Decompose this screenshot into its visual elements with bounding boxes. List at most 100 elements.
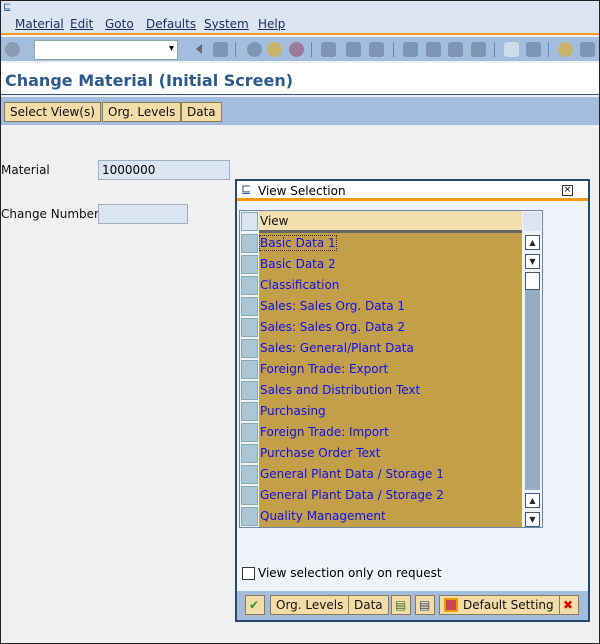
row-selector[interactable] bbox=[241, 276, 258, 295]
row-selector[interactable] bbox=[241, 339, 258, 358]
menu-system[interactable]: System bbox=[204, 17, 249, 31]
system-toolbar: ▾ bbox=[1, 37, 599, 61]
find-icon[interactable] bbox=[346, 42, 361, 57]
window-menu-icon[interactable]: ⊑ bbox=[3, 2, 11, 13]
first-page-icon[interactable] bbox=[403, 42, 418, 57]
view-cell[interactable]: Purchasing bbox=[259, 401, 522, 422]
select-all-button[interactable]: ▤ bbox=[391, 595, 411, 615]
table-row[interactable]: Sales and Distribution Text bbox=[240, 380, 542, 401]
material-input[interactable]: 1000000 bbox=[98, 160, 230, 180]
command-field[interactable]: ▾ bbox=[34, 40, 178, 60]
separator bbox=[235, 42, 236, 57]
table-row[interactable]: Sales: General/Plant Data bbox=[240, 338, 542, 359]
print-icon[interactable] bbox=[321, 42, 336, 57]
table-row[interactable]: Purchasing bbox=[240, 401, 542, 422]
enter-icon[interactable] bbox=[5, 42, 20, 57]
layout-menu-icon[interactable] bbox=[580, 42, 595, 57]
view-selection-checkbox[interactable] bbox=[242, 567, 255, 580]
row-selector[interactable] bbox=[241, 297, 258, 316]
table-row[interactable]: Basic Data 2 bbox=[240, 254, 542, 275]
scroll-track[interactable] bbox=[525, 290, 540, 490]
row-selector[interactable] bbox=[241, 255, 258, 274]
menu-defaults[interactable]: Defaults bbox=[146, 17, 196, 31]
view-cell[interactable]: General Plant Data / Storage 1 bbox=[259, 464, 522, 485]
row-selector[interactable] bbox=[241, 234, 258, 253]
menu-goto[interactable]: Goto bbox=[105, 17, 134, 31]
deselect-all-button[interactable]: ▤ bbox=[415, 595, 435, 615]
scroll-down-icon[interactable]: ▼ bbox=[525, 254, 540, 269]
page-down-icon[interactable]: ▼ bbox=[525, 512, 540, 527]
table-row[interactable]: General Plant Data / Storage 2 bbox=[240, 485, 542, 506]
table-row[interactable]: Sales: Sales Org. Data 2 bbox=[240, 317, 542, 338]
table-row[interactable]: Quality Management bbox=[240, 506, 542, 527]
org-levels-button[interactable]: Org. Levels bbox=[102, 102, 182, 122]
select-views-button[interactable]: Select View(s) bbox=[4, 102, 101, 122]
column-header-view[interactable]: View bbox=[259, 211, 522, 233]
dropdown-icon[interactable]: ▾ bbox=[169, 43, 174, 54]
vertical-scrollbar[interactable]: ▲ ▼ ▲ ▼ bbox=[523, 233, 542, 527]
view-name: Sales: Sales Org. Data 1 bbox=[260, 299, 406, 313]
next-page-icon[interactable] bbox=[448, 42, 463, 57]
view-cell[interactable]: Basic Data 2 bbox=[259, 254, 522, 275]
help-icon[interactable] bbox=[558, 42, 573, 57]
scroll-thumb[interactable] bbox=[525, 272, 540, 290]
view-cell[interactable]: Foreign Trade: Import bbox=[259, 422, 522, 443]
back-icon[interactable] bbox=[247, 42, 262, 57]
page-title: Change Material (Initial Screen) bbox=[5, 71, 294, 90]
previous-page-icon[interactable] bbox=[426, 42, 441, 57]
view-cell[interactable]: Sales: Sales Org. Data 2 bbox=[259, 317, 522, 338]
separator bbox=[311, 42, 312, 57]
view-cell[interactable]: Sales and Distribution Text bbox=[259, 380, 522, 401]
new-session-icon[interactable] bbox=[504, 42, 519, 57]
last-page-icon[interactable] bbox=[471, 42, 486, 57]
row-selector[interactable] bbox=[241, 486, 258, 505]
view-cell[interactable]: Sales: General/Plant Data bbox=[259, 338, 522, 359]
dialog-org-levels-button[interactable]: Org. Levels bbox=[270, 595, 350, 615]
table-row[interactable]: Basic Data 1 bbox=[240, 233, 542, 254]
confirm-button[interactable]: ✔ bbox=[245, 595, 265, 615]
table-row[interactable]: Classification bbox=[240, 275, 542, 296]
row-selector[interactable] bbox=[241, 423, 258, 442]
select-all-cell[interactable] bbox=[241, 212, 258, 231]
table-row[interactable]: General Plant Data / Storage 1 bbox=[240, 464, 542, 485]
row-selector[interactable] bbox=[241, 381, 258, 400]
separator bbox=[548, 42, 549, 57]
menu-help[interactable]: Help bbox=[258, 17, 285, 31]
page-up-icon[interactable]: ▲ bbox=[525, 493, 540, 508]
exit-icon[interactable] bbox=[267, 42, 282, 57]
view-cell[interactable]: General Plant Data / Storage 2 bbox=[259, 485, 522, 506]
view-cell[interactable]: Quality Management bbox=[259, 506, 522, 527]
column-settings-cell[interactable] bbox=[523, 212, 541, 231]
scroll-up-icon[interactable]: ▲ bbox=[525, 235, 540, 250]
row-selector[interactable] bbox=[241, 360, 258, 379]
data-button[interactable]: Data bbox=[181, 102, 222, 122]
default-setting-button[interactable]: Default Setting bbox=[439, 595, 560, 615]
view-cell[interactable]: Classification bbox=[259, 275, 522, 296]
change-number-input[interactable] bbox=[98, 204, 188, 224]
dialog-data-button[interactable]: Data bbox=[348, 595, 389, 615]
table-row[interactable]: Foreign Trade: Import bbox=[240, 422, 542, 443]
view-cell[interactable]: Basic Data 1 bbox=[259, 233, 522, 254]
menu-material[interactable]: Material bbox=[15, 17, 64, 31]
shortcut-icon[interactable] bbox=[526, 42, 541, 57]
dialog-menu-icon[interactable]: ⊑ bbox=[241, 182, 251, 196]
cancel-icon[interactable] bbox=[289, 42, 304, 57]
view-cell[interactable]: Sales: Sales Org. Data 1 bbox=[259, 296, 522, 317]
view-name: Purchase Order Text bbox=[260, 446, 381, 460]
row-selector[interactable] bbox=[241, 465, 258, 484]
table-row[interactable]: Foreign Trade: Export bbox=[240, 359, 542, 380]
cancel-button[interactable]: ✖ bbox=[559, 595, 579, 615]
row-selector[interactable] bbox=[241, 318, 258, 337]
view-cell[interactable]: Foreign Trade: Export bbox=[259, 359, 522, 380]
back-arrow-icon[interactable] bbox=[196, 44, 202, 54]
row-selector[interactable] bbox=[241, 402, 258, 421]
find-next-icon[interactable] bbox=[369, 42, 384, 57]
row-selector[interactable] bbox=[241, 507, 258, 526]
view-cell[interactable]: Purchase Order Text bbox=[259, 443, 522, 464]
table-row[interactable]: Sales: Sales Org. Data 1 bbox=[240, 296, 542, 317]
table-row[interactable]: Purchase Order Text bbox=[240, 443, 542, 464]
save-icon[interactable] bbox=[213, 42, 228, 57]
menu-edit[interactable]: Edit bbox=[70, 17, 93, 31]
row-selector[interactable] bbox=[241, 444, 258, 463]
close-icon[interactable]: × bbox=[562, 185, 573, 196]
